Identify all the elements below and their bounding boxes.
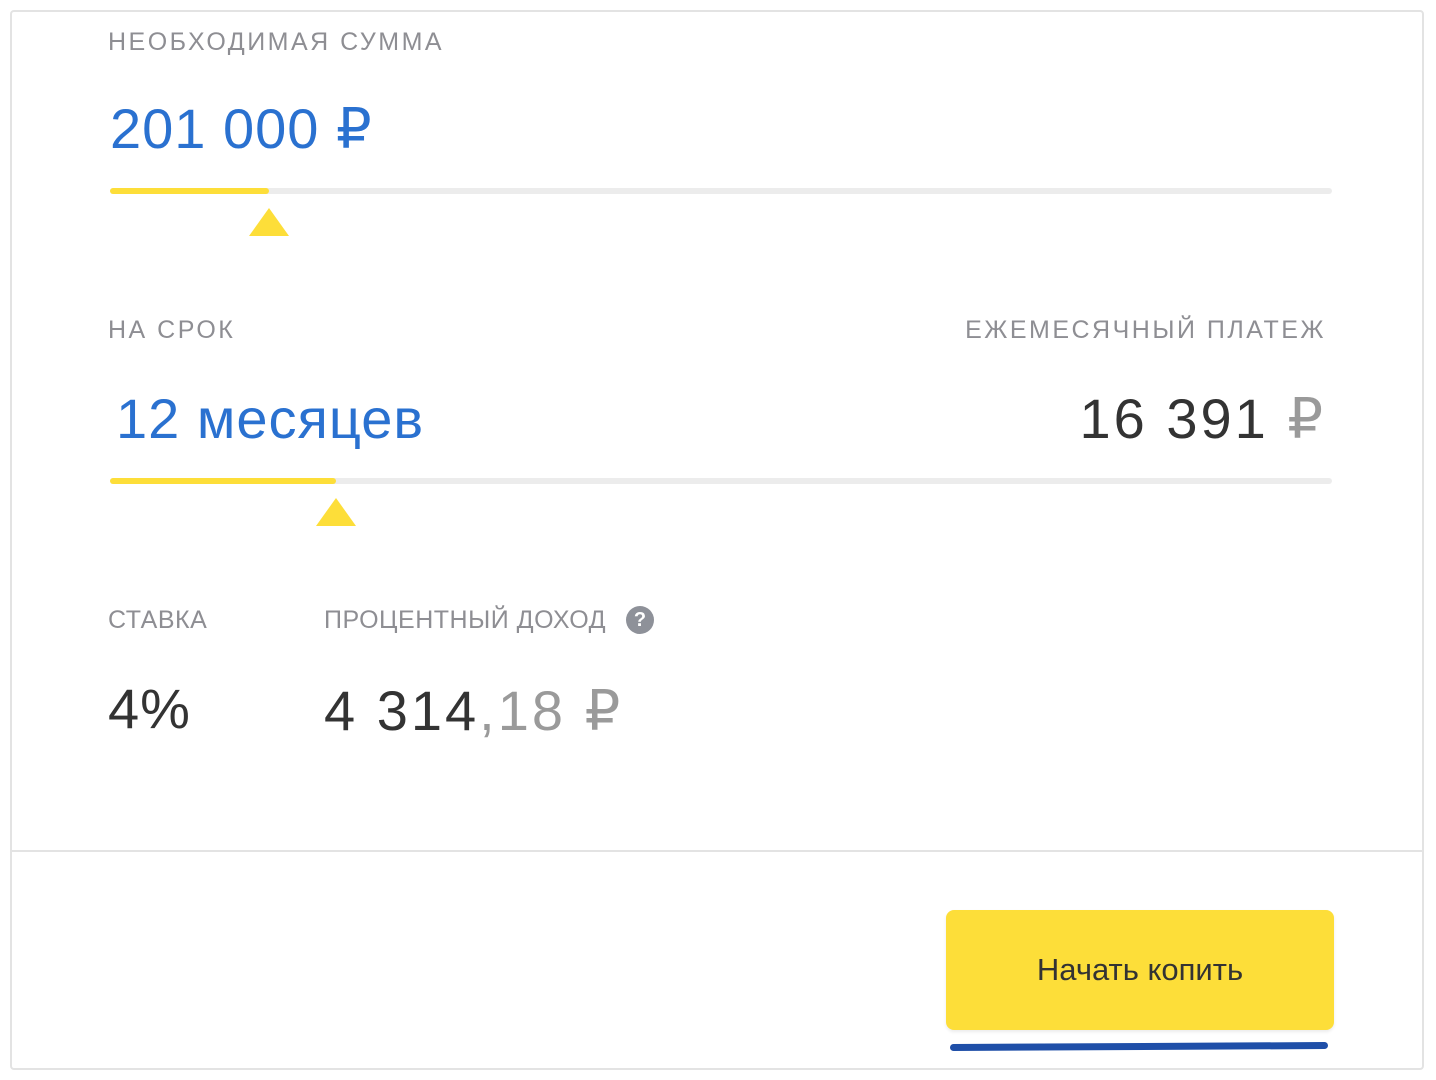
amount-label: НЕОБХОДИМАЯ СУММА xyxy=(108,28,445,56)
question-circle-icon[interactable]: ? xyxy=(626,606,654,634)
footer-divider xyxy=(12,850,1422,852)
interest-income-fraction: ,18 xyxy=(479,679,566,742)
interest-income-label: ПРОЦЕНТНЫЙ ДОХОД xyxy=(324,606,607,634)
interest-income-currency: ₽ xyxy=(584,679,624,742)
amount-input[interactable]: 201 000 ₽ xyxy=(110,96,373,162)
rate-label: СТАВКА xyxy=(108,606,208,634)
term-slider-track[interactable] xyxy=(110,478,1332,484)
term-slider-fill xyxy=(110,478,336,484)
term-slider-thumb[interactable] xyxy=(316,498,356,526)
rate-value: 4% xyxy=(108,677,191,740)
amount-slider-fill xyxy=(110,188,269,194)
term-input[interactable]: 12 месяцев xyxy=(116,386,424,451)
start-saving-button[interactable]: Начать копить xyxy=(946,910,1334,1030)
button-underline-annotation xyxy=(949,1042,1329,1051)
monthly-payment-value: 16 391 ₽ xyxy=(1080,386,1326,452)
interest-income-integer: 4 314 xyxy=(324,679,480,742)
monthly-payment-label: ЕЖЕМЕСЯЧНЫЙ ПЛАТЕЖ xyxy=(965,316,1326,344)
monthly-payment-number: 16 391 xyxy=(1079,387,1269,450)
amount-slider-track[interactable] xyxy=(110,188,1332,194)
monthly-payment-currency: ₽ xyxy=(1287,387,1326,450)
amount-slider-thumb[interactable] xyxy=(249,208,289,236)
savings-calculator-card: НЕОБХОДИМАЯ СУММА 201 000 ₽ НА СРОК 12 м… xyxy=(10,10,1424,1070)
interest-income-value: 4 314,18 ₽ xyxy=(324,678,623,744)
term-label: НА СРОК xyxy=(108,316,236,344)
